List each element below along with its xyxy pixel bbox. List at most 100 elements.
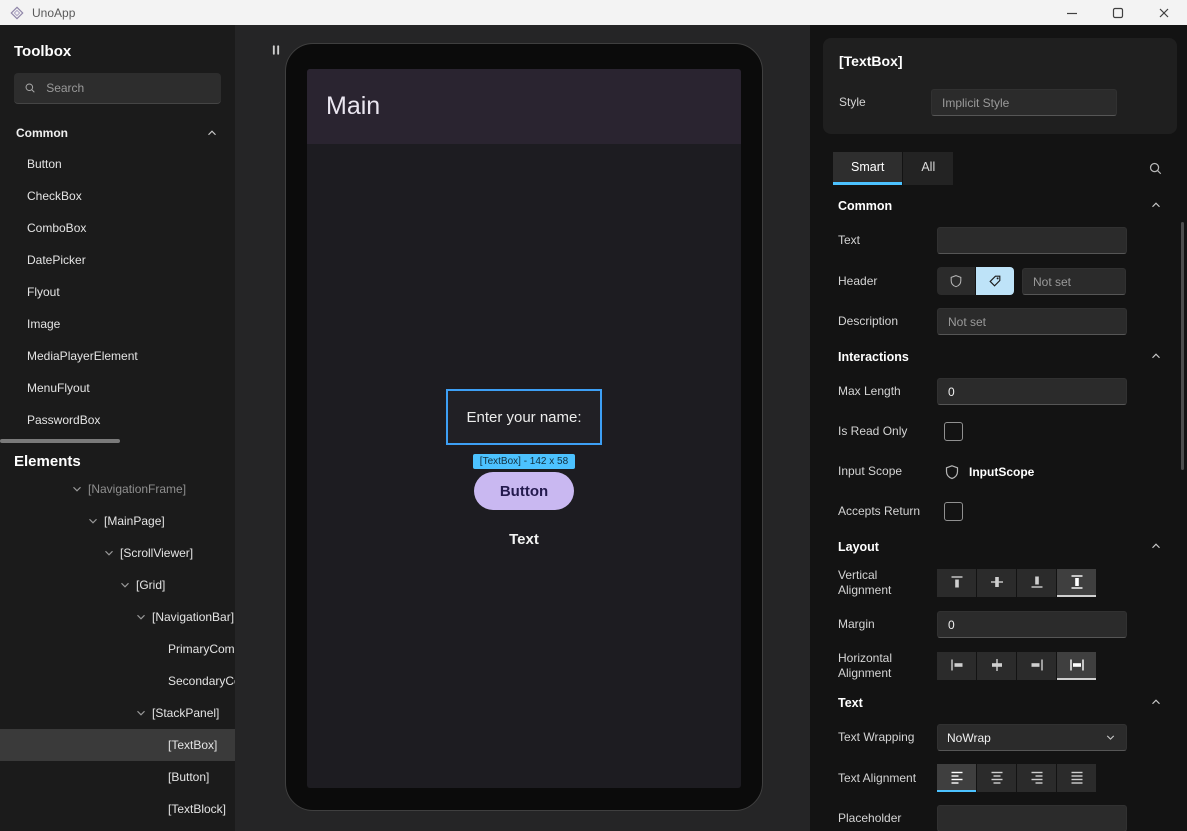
toolbox-item-menuflyout[interactable]: MenuFlyout [0,372,235,404]
tree-item-stackpanel[interactable]: [StackPanel] [0,697,235,729]
toolbox-item-button[interactable]: Button [0,148,235,180]
valign-center-button[interactable] [977,569,1016,597]
binding-toggle-button[interactable] [937,267,975,295]
chevron-down-icon[interactable] [118,578,132,592]
tree-item-label: [NavigationFrame] [88,482,186,496]
property-row-header: Header Not set [838,267,1187,295]
window-titlebar: UnoApp [0,0,1187,25]
tree-item-label: [TextBox] [168,738,217,752]
designed-textbox[interactable]: Enter your name: [446,389,602,445]
halign-center-button[interactable] [977,652,1016,680]
tree-item-navigationbar[interactable]: [NavigationBar] [0,601,235,633]
header-input[interactable]: Not set [1022,268,1126,295]
designed-button[interactable]: Button [474,472,574,510]
accepts-return-checkbox[interactable] [944,502,963,521]
text-align-left-button[interactable] [937,764,976,792]
tree-item-button[interactable]: [Button] [0,761,235,793]
text-align-center-button[interactable] [977,764,1016,792]
toolbox-item-passwordbox[interactable]: PasswordBox [0,404,235,436]
toolbox-section-label: Common [16,126,68,140]
tree-item-scrollviewer[interactable]: [ScrollViewer] [0,537,235,569]
property-row-margin: Margin 0 [838,611,1187,638]
toolbox-section-common[interactable]: Common [0,118,235,148]
chevron-down-icon[interactable] [70,482,84,496]
property-row-text: Text [838,227,1187,254]
app-logo-icon [10,6,24,20]
section-layout[interactable]: Layout [838,538,1187,556]
description-input[interactable]: Not set [937,308,1127,335]
tree-item-grid[interactable]: [Grid] [0,569,235,601]
toolbox-item-image[interactable]: Image [0,308,235,340]
tree-item-mainpage[interactable]: [MainPage] [0,505,235,537]
tree-item-label: SecondaryCo [168,674,235,688]
designed-navigationbar[interactable]: Main [307,69,741,144]
tree-item-secondarycommands[interactable]: SecondaryCo [0,665,235,697]
tag-icon [988,274,1002,288]
chevron-down-icon[interactable] [102,546,116,560]
header-value-mode-toggle [937,267,1014,295]
section-common[interactable]: Common [838,197,1187,215]
tab-smart[interactable]: Smart [833,152,902,185]
maximize-button[interactable] [1095,0,1141,25]
designed-textblock[interactable]: Text [509,531,539,548]
inspector-tabs: Smart All [833,152,1187,185]
property-row-placeholder: Placeholder [838,805,1187,831]
text-input[interactable] [937,227,1127,254]
pause-button[interactable] [263,37,289,63]
toolbox-scrollbar[interactable] [0,439,120,443]
stretch-vertical-icon [1069,574,1085,590]
halign-stretch-button[interactable] [1057,652,1096,680]
literal-toggle-button[interactable] [976,267,1014,295]
property-row-accepts-return: Accepts Return [838,498,1187,525]
placeholder-input[interactable] [937,805,1127,831]
property-row-text-alignment: Text Alignment [838,764,1187,792]
text-align-right-button[interactable] [1017,764,1056,792]
section-interactions[interactable]: Interactions [838,348,1187,366]
toolbox-item-checkbox[interactable]: CheckBox [0,180,235,212]
device-screen[interactable]: Main Enter your name: [TextBox] - 142 x … [307,69,741,788]
placeholder-label: Placeholder [838,811,930,826]
text-wrapping-dropdown[interactable]: NoWrap [937,724,1127,751]
is-read-only-checkbox[interactable] [944,422,963,441]
tree-item-primarycommands[interactable]: PrimaryComm [0,633,235,665]
minimize-icon [1064,5,1080,21]
tree-item-label: [MainPage] [104,514,165,528]
toolbox-item-combobox[interactable]: ComboBox [0,212,235,244]
chevron-down-icon[interactable] [134,706,148,720]
valign-stretch-button[interactable] [1057,569,1096,597]
toolbox-search[interactable] [14,73,221,104]
tree-item-textblock[interactable]: [TextBlock] [0,793,235,825]
design-canvas[interactable]: Main Enter your name: [TextBox] - 142 x … [235,25,810,831]
minimize-button[interactable] [1049,0,1095,25]
text-align-justify-button[interactable] [1057,764,1096,792]
properties-list: Common Text Header Not set [810,197,1187,831]
chevron-down-icon[interactable] [86,514,100,528]
horizontal-alignment-group [937,652,1096,680]
toolbox-item-flyout[interactable]: Flyout [0,276,235,308]
tree-item-textbox[interactable]: [TextBox] [0,729,235,761]
inspector-scrollbar[interactable] [1181,222,1184,470]
valign-bottom-button[interactable] [1017,569,1056,597]
chevron-down-icon[interactable] [134,610,148,624]
input-scope-value[interactable]: InputScope [969,465,1034,479]
style-input[interactable]: Implicit Style [931,89,1117,116]
properties-search-button[interactable] [1148,161,1163,176]
accepts-return-label: Accepts Return [838,504,930,519]
design-stage: Enter your name: [TextBox] - 142 x 58 Bu… [307,389,741,548]
align-right-icon [1029,657,1045,673]
toolbox-item-mediaplayerelement[interactable]: MediaPlayerElement [0,340,235,372]
max-length-label: Max Length [838,384,930,399]
close-button[interactable] [1141,0,1187,25]
halign-left-button[interactable] [937,652,976,680]
max-length-input[interactable]: 0 [937,378,1127,405]
header-label: Header [838,274,930,289]
valign-top-button[interactable] [937,569,976,597]
toolbox-search-input[interactable] [44,80,211,96]
toolbox-item-datepicker[interactable]: DatePicker [0,244,235,276]
halign-right-button[interactable] [1017,652,1056,680]
tree-item-navigationframe[interactable]: [NavigationFrame] [0,473,235,505]
margin-input[interactable]: 0 [937,611,1127,638]
section-text[interactable]: Text [838,694,1187,712]
property-row-vertical-alignment: Vertical Alignment [838,568,1187,598]
tab-all[interactable]: All [903,152,953,185]
